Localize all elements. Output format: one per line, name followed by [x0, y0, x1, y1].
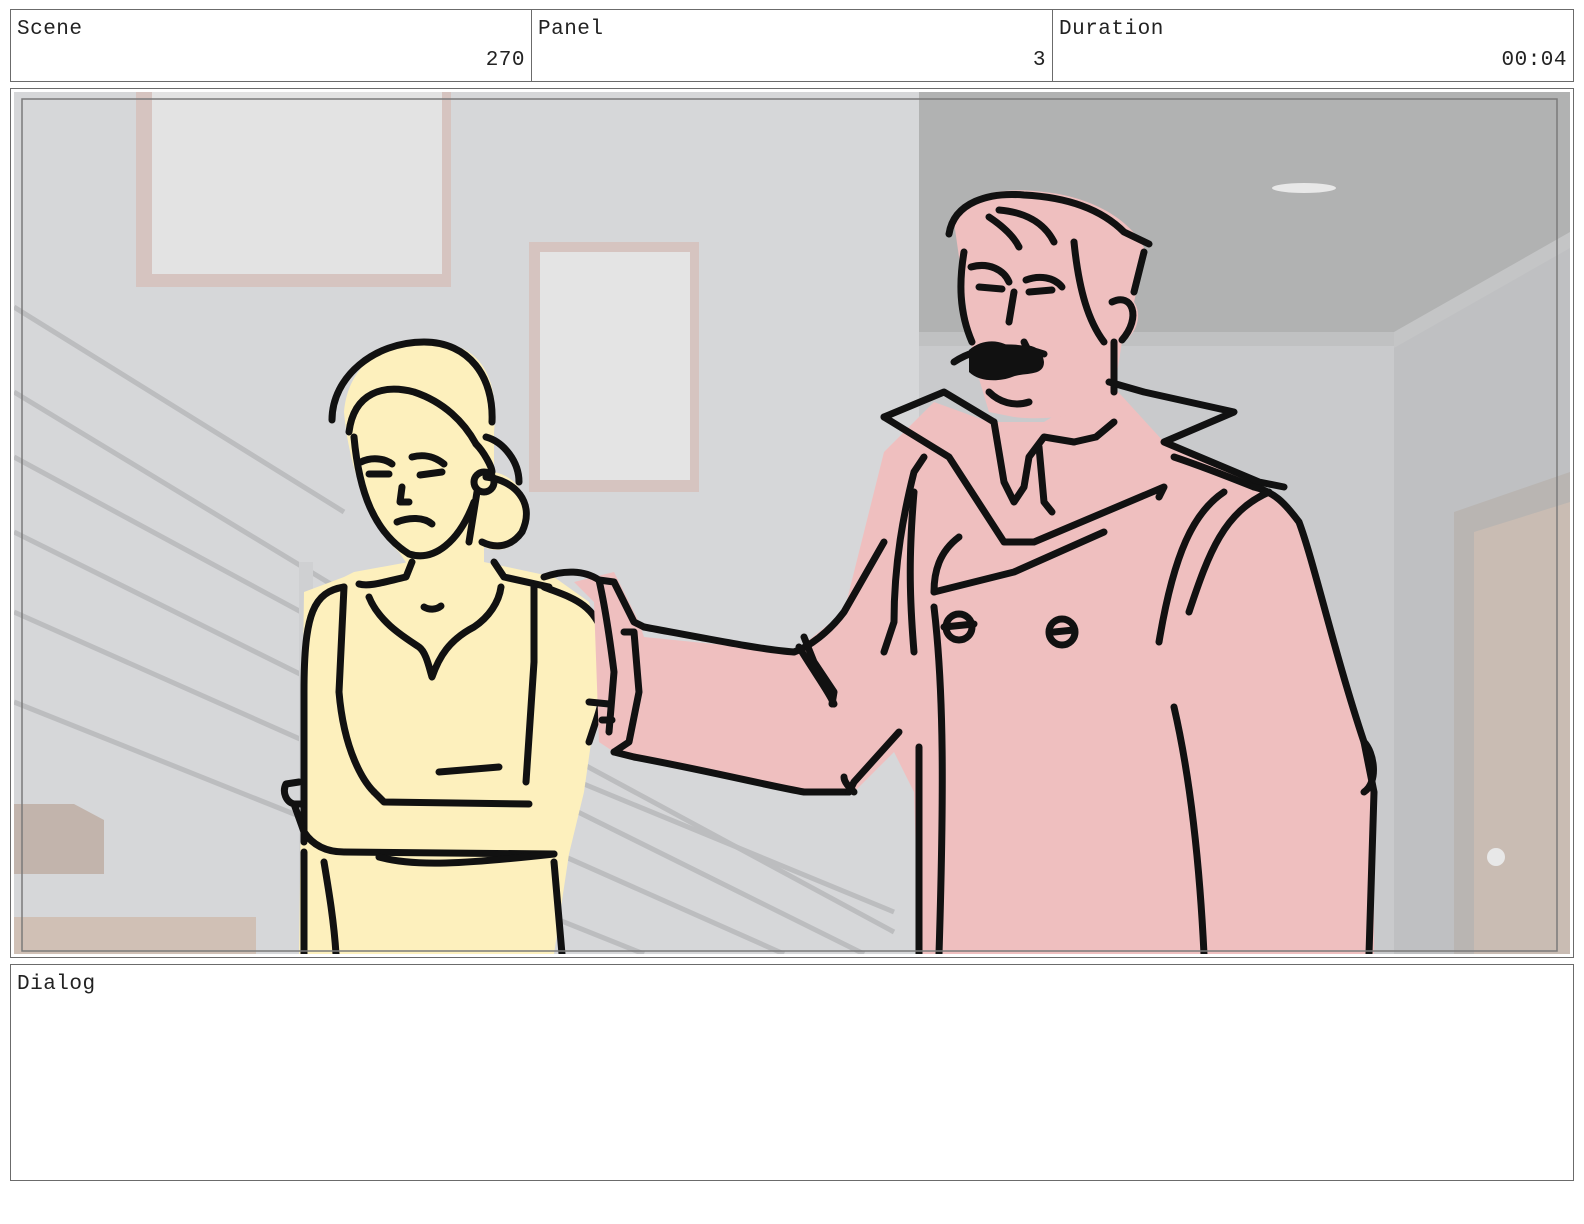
scene-cell: Scene 270	[11, 10, 532, 81]
scene-number[interactable]: 270	[486, 49, 525, 72]
box-bottom	[14, 917, 256, 954]
scene-label: Scene	[17, 18, 83, 41]
storyboard-panel-frame	[10, 88, 1574, 958]
dialog-box[interactable]: Dialog	[10, 964, 1574, 1181]
picture-large	[152, 92, 442, 274]
panel-info-header: Scene 270 Panel 3 Duration 00:04	[10, 9, 1574, 82]
duration-value[interactable]: 00:04	[1501, 49, 1567, 72]
box-top	[14, 804, 104, 874]
ceiling-light	[1272, 183, 1336, 193]
storyboard-artwork	[14, 92, 1570, 954]
door	[1474, 502, 1570, 954]
duration-label: Duration	[1059, 18, 1164, 41]
picture-small	[540, 252, 690, 480]
panel-number[interactable]: 3	[1033, 49, 1046, 72]
door-knob	[1487, 848, 1505, 866]
dialog-label: Dialog	[17, 973, 96, 996]
panel-cell: Panel 3	[532, 10, 1053, 81]
duration-cell: Duration 00:04	[1053, 10, 1573, 81]
panel-label: Panel	[538, 18, 604, 41]
